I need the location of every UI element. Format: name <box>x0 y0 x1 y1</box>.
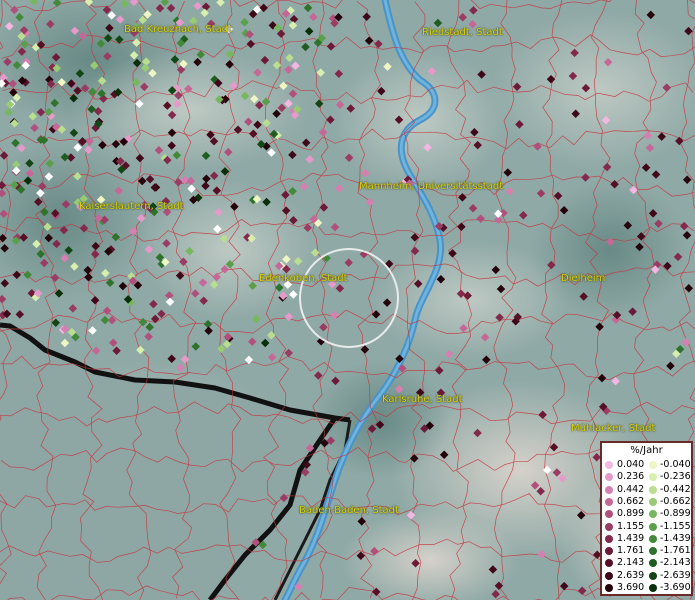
legend-swatch-positive <box>605 584 613 592</box>
legend-swatch-negative <box>649 461 657 469</box>
legend-value-negative: -1.155 <box>660 520 691 532</box>
legend-row: 1.439 -1.439 <box>605 533 691 545</box>
legend-row: 2.639 -2.639 <box>605 570 691 582</box>
legend-swatch-positive <box>605 473 613 482</box>
legend-value-negative: -0.040 <box>660 459 691 470</box>
legend-value-positive: 1.439 <box>617 532 645 544</box>
legend-swatch-negative <box>649 522 657 531</box>
legend-swatch-positive <box>605 485 613 494</box>
city-label-kaiserslautern: Kaiserslautern, Stadt <box>79 201 184 212</box>
legend-swatch-negative <box>649 584 657 592</box>
legend-value-negative: -3.690 <box>660 582 691 593</box>
legend-row: 0.442 -0.442 <box>605 484 691 496</box>
city-label-edenkoben: Edenkoben, Stadt <box>259 273 348 284</box>
city-label-baden-baden: Baden-Baden, Stadt <box>299 505 399 516</box>
legend: %/Jahr 0.040 -0.040 0.236 -0.236 0.442 -0.442… <box>600 441 693 596</box>
legend-swatch-negative <box>649 547 657 556</box>
legend-swatch-negative <box>649 534 657 543</box>
legend-value-negative: -0.662 <box>660 495 691 507</box>
legend-row: 0.662 -0.662 <box>605 496 691 508</box>
legend-swatch-positive <box>605 547 613 556</box>
legend-swatch-negative <box>649 473 657 482</box>
legend-value-positive: 2.639 <box>617 569 645 581</box>
legend-swatch-positive <box>605 559 613 568</box>
legend-row: 0.040 -0.040 <box>605 459 691 471</box>
city-label-karlsruhe: Karlsruhe, Stadt <box>382 394 463 405</box>
legend-swatch-positive <box>605 461 613 469</box>
legend-value-positive: 1.761 <box>617 545 645 557</box>
city-label-mannheim: Mannheim, Universitätsstadt <box>359 181 504 192</box>
legend-value-positive: 0.662 <box>617 495 645 507</box>
legend-swatch-negative <box>649 510 657 519</box>
legend-swatch-positive <box>605 497 613 506</box>
legend-value-negative: -0.236 <box>660 471 691 483</box>
legend-value-positive: 0.040 <box>617 459 645 470</box>
legend-value-negative: -1.439 <box>660 532 691 544</box>
legend-value-negative: -0.899 <box>660 508 691 520</box>
legend-swatch-positive <box>605 522 613 531</box>
legend-value-positive: 1.155 <box>617 520 645 532</box>
legend-value-negative: -2.639 <box>660 569 691 581</box>
legend-swatch-negative <box>649 497 657 506</box>
legend-row: 2.143 -2.143 <box>605 557 691 569</box>
legend-value-negative: -1.761 <box>660 545 691 557</box>
legend-value-negative: -0.442 <box>660 483 691 495</box>
legend-swatch-positive <box>605 534 613 543</box>
legend-swatch-negative <box>649 485 657 494</box>
city-label-bad-kreuznach: Bad Kreuznach, Stadt <box>124 24 233 35</box>
legend-row: 1.761 -1.761 <box>605 545 691 557</box>
legend-value-positive: 2.143 <box>617 557 645 569</box>
legend-row: 1.155 -1.155 <box>605 521 691 533</box>
city-label-dielheim: Dielheim <box>561 273 606 284</box>
legend-value-positive: 3.690 <box>617 582 645 593</box>
legend-title: %/Jahr <box>630 445 663 456</box>
legend-swatch-positive <box>605 571 613 580</box>
legend-value-negative: -2.143 <box>660 557 691 569</box>
city-label-muehlacker: Mühlacker, Stadt <box>571 423 656 434</box>
legend-value-positive: 0.442 <box>617 483 645 495</box>
legend-value-positive: 0.236 <box>617 471 645 483</box>
legend-row: 0.899 -0.899 <box>605 508 691 520</box>
legend-row: 0.236 -0.236 <box>605 471 691 483</box>
legend-row: 3.690 -3.690 <box>605 582 691 594</box>
legend-swatch-negative <box>649 571 657 580</box>
legend-value-positive: 0.899 <box>617 508 645 520</box>
city-label-riedstadt: Riedstadt, Stadt <box>422 27 503 38</box>
legend-swatch-positive <box>605 510 613 519</box>
legend-swatch-negative <box>649 559 657 568</box>
